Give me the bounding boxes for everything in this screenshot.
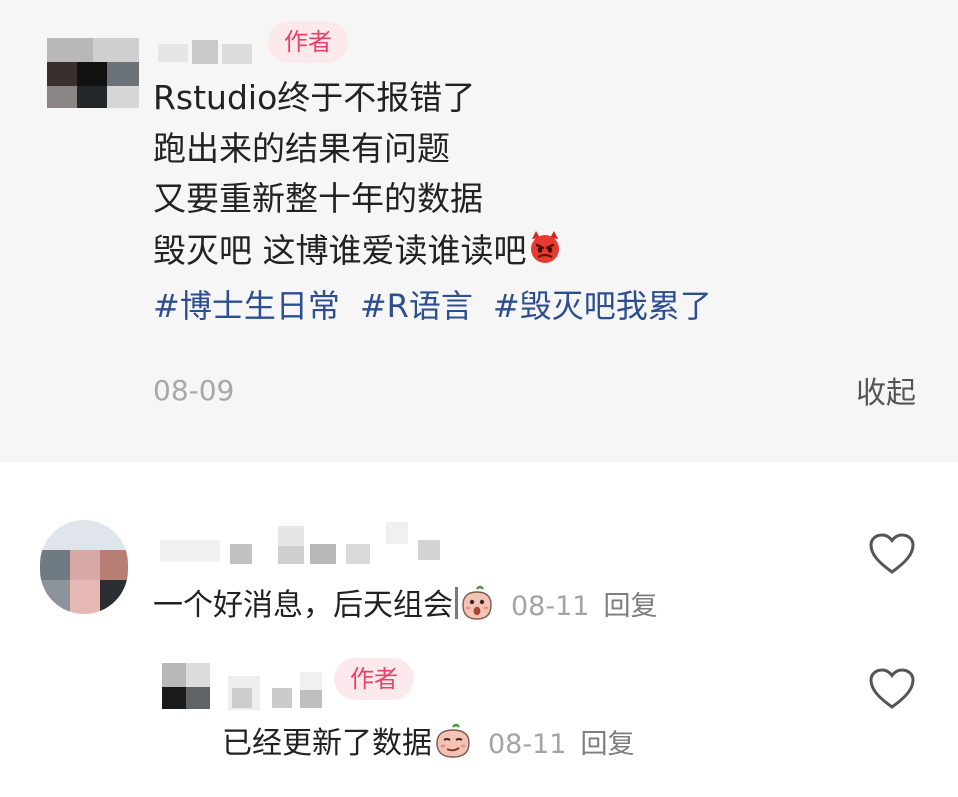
reply-reply-button[interactable]: 回复 [580,729,634,760]
author-badge: 作者 [268,21,348,63]
reply-text: 已经更新了数据 [222,726,432,761]
reply-date: 08-11 [488,729,567,760]
commenter-avatar[interactable] [40,520,128,614]
reply-author-avatar[interactable] [162,663,210,709]
shocked-peach-emoji-icon [453,585,497,629]
hashtag-row: #博士生日常 #R语言 #毁灭吧我累了 [153,283,732,329]
reply-author-badge: 作者 [334,658,414,700]
hashtag-r-language[interactable]: #R语言 [360,287,473,325]
hashtag-phd-daily[interactable]: #博士生日常 [153,287,340,325]
comment-like-heart-icon[interactable] [868,532,916,576]
hashtag-destroy-tired[interactable]: #毁灭吧我累了 [493,287,712,325]
reply-row: 已经更新了数据 08-11 回复 [222,718,634,767]
author-post: 作者 Rstudio终于不报错了 跑出来的结果有问题 又要重新整十年的数据 毁灭… [0,0,958,462]
post-line-3: 又要重新整十年的数据 [153,179,483,218]
angry-devil-emoji-icon [527,229,563,277]
comment-date: 08-11 [511,591,590,622]
collapse-button[interactable]: 收起 [856,368,916,412]
post-line-4: 毁灭吧 这博谁爱读谁读吧 [153,228,563,277]
commenter-name-blurred[interactable] [160,522,445,566]
comment-text: 一个好消息，后天组会 [153,588,453,623]
reply-like-heart-icon[interactable] [868,667,916,711]
post-line-2: 跑出来的结果有问题 [153,129,450,168]
author-name-blurred[interactable] [158,38,258,66]
reply-author-name-blurred[interactable] [228,672,338,712]
avatar[interactable] [47,38,139,108]
post-line-4-text: 毁灭吧 这博谁爱读谁读吧 [153,231,527,270]
comment-reply-button[interactable]: 回复 [603,591,657,622]
post-date: 08-09 [153,374,235,407]
comment-row: 一个好消息，后天组会 08-11 回复 [153,580,657,629]
post-line-1: Rstudio终于不报错了 [153,78,476,117]
smug-peach-emoji-icon [432,723,474,767]
